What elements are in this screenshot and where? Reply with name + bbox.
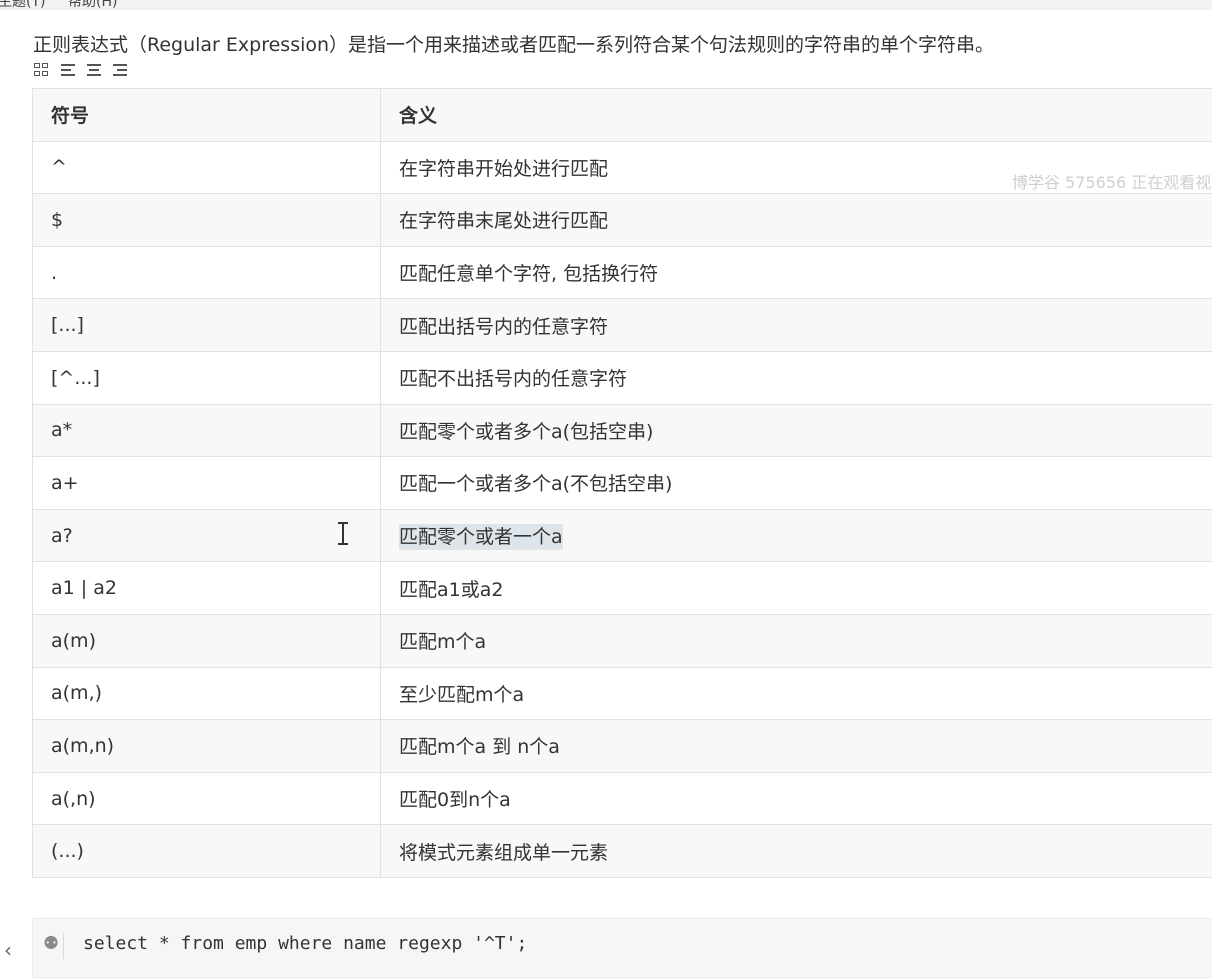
align-left-icon[interactable] bbox=[59, 62, 77, 78]
code-gutter: ⚉ bbox=[43, 933, 64, 959]
table-row: a1 | a2匹配a1或a2 bbox=[33, 562, 1212, 615]
table-row: a*匹配零个或者多个a(包括空串) bbox=[33, 404, 1212, 457]
align-center-icon[interactable] bbox=[85, 62, 103, 78]
cell-symbol[interactable]: a+ bbox=[33, 457, 381, 510]
previous-page-icon[interactable]: ‹ bbox=[4, 938, 12, 962]
cell-symbol[interactable]: a1 | a2 bbox=[33, 562, 381, 615]
table-row: $在字符串末尾处进行匹配 bbox=[33, 194, 1212, 247]
regex-table: 符号 含义 ^在字符串开始处进行匹配$在字符串末尾处进行匹配.匹配任意单个字符,… bbox=[32, 88, 1212, 878]
cell-meaning[interactable]: 在字符串末尾处进行匹配 bbox=[381, 194, 1212, 247]
table-row: a? 匹配零个或者一个a bbox=[33, 509, 1212, 562]
cell-symbol[interactable]: [^...] bbox=[33, 351, 381, 404]
menu-theme[interactable]: 主题(T) bbox=[0, 0, 45, 10]
cell-symbol[interactable]: a? bbox=[33, 509, 381, 562]
cell-meaning[interactable]: 匹配0到n个a bbox=[381, 772, 1212, 825]
table-toolbar bbox=[33, 61, 129, 79]
table-body: ^在字符串开始处进行匹配$在字符串末尾处进行匹配.匹配任意单个字符, 包括换行符… bbox=[33, 141, 1212, 877]
cell-symbol[interactable]: [...] bbox=[33, 299, 381, 352]
table-row: a+匹配一个或者多个a(不包括空串) bbox=[33, 457, 1212, 510]
menu-help[interactable]: 帮助(H) bbox=[68, 0, 117, 10]
cell-symbol[interactable]: a(m,n) bbox=[33, 720, 381, 773]
code-line[interactable]: select * from emp where name regexp '^T'… bbox=[83, 933, 527, 954]
table-row: [...]匹配出括号内的任意字符 bbox=[33, 299, 1212, 352]
cell-meaning[interactable]: 至少匹配m个a bbox=[381, 667, 1212, 720]
cell-meaning[interactable]: 匹配不出括号内的任意字符 bbox=[381, 351, 1212, 404]
cell-symbol[interactable]: $ bbox=[33, 194, 381, 247]
code-language-icon[interactable]: ⚉ bbox=[43, 933, 59, 954]
header-symbol[interactable]: 符号 bbox=[33, 89, 381, 142]
cell-meaning[interactable]: 将模式元素组成单一元素 bbox=[381, 825, 1212, 878]
cell-meaning[interactable]: 匹配零个或者一个a bbox=[381, 509, 1212, 562]
cell-symbol[interactable]: a(m) bbox=[33, 614, 381, 667]
text-cursor-icon bbox=[337, 521, 349, 545]
cell-meaning[interactable]: 匹配m个a 到 n个a bbox=[381, 720, 1212, 773]
intro-paragraph: 正则表达式（Regular Expression）是指一个用来描述或者匹配一系列… bbox=[33, 30, 994, 57]
cell-symbol[interactable]: (...) bbox=[33, 825, 381, 878]
cell-symbol[interactable]: . bbox=[33, 246, 381, 299]
table-row: a(m,)至少匹配m个a bbox=[33, 667, 1212, 720]
table-row: a(m)匹配m个a bbox=[33, 614, 1212, 667]
cell-symbol[interactable]: a(,n) bbox=[33, 772, 381, 825]
header-meaning[interactable]: 含义 bbox=[381, 89, 1212, 142]
cell-symbol[interactable]: a(m,) bbox=[33, 667, 381, 720]
table-row: .匹配任意单个字符, 包括换行符 bbox=[33, 246, 1212, 299]
cell-meaning[interactable]: 匹配出括号内的任意字符 bbox=[381, 299, 1212, 352]
cell-meaning[interactable]: 匹配任意单个字符, 包括换行符 bbox=[381, 246, 1212, 299]
align-right-icon[interactable] bbox=[111, 62, 129, 78]
cell-meaning[interactable]: 匹配a1或a2 bbox=[381, 562, 1212, 615]
cell-meaning[interactable]: 匹配零个或者多个a(包括空串) bbox=[381, 404, 1212, 457]
selected-text[interactable]: 匹配零个或者一个a bbox=[399, 524, 563, 550]
table-row: (...)将模式元素组成单一元素 bbox=[33, 825, 1212, 878]
table-header-row: 符号 含义 bbox=[33, 89, 1212, 142]
watermark: 博学谷 575656 正在观看视 bbox=[1012, 169, 1211, 193]
table-row: a(,n)匹配0到n个a bbox=[33, 772, 1212, 825]
cell-meaning[interactable]: 匹配一个或者多个a(不包括空串) bbox=[381, 457, 1212, 510]
cell-symbol[interactable]: ^ bbox=[33, 141, 381, 194]
table-row: a(m,n)匹配m个a 到 n个a bbox=[33, 720, 1212, 773]
code-block[interactable]: ⚉ select * from emp where name regexp '^… bbox=[32, 918, 1212, 978]
table-settings-icon[interactable] bbox=[33, 62, 51, 78]
menubar: 主题(T) 帮助(H) bbox=[0, 0, 1212, 10]
cell-symbol[interactable]: a* bbox=[33, 404, 381, 457]
table-row: [^...]匹配不出括号内的任意字符 bbox=[33, 351, 1212, 404]
cell-meaning[interactable]: 匹配m个a bbox=[381, 614, 1212, 667]
